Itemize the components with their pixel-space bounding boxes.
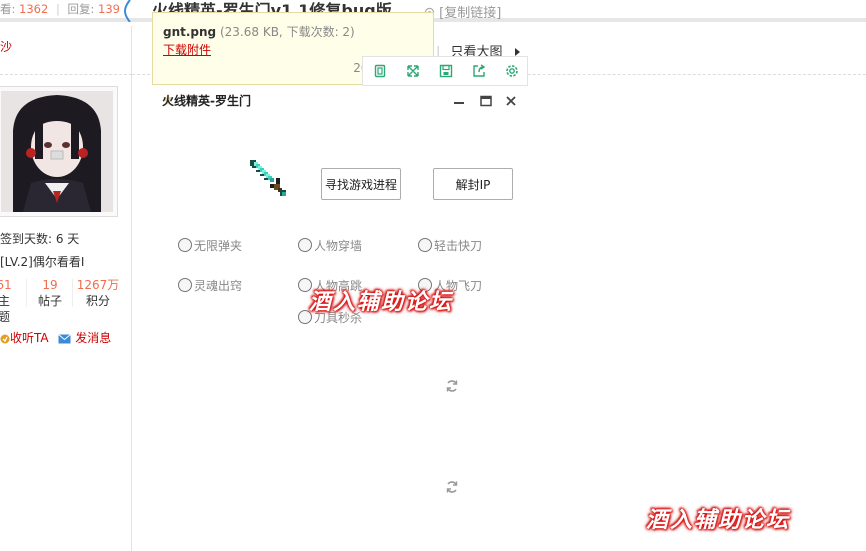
stat-divider xyxy=(72,279,73,307)
settings-icon xyxy=(505,65,518,77)
option-label: 轻击快刀 xyxy=(434,238,483,253)
brace-icon xyxy=(123,0,131,22)
message-button[interactable]: 发消息 xyxy=(58,331,111,345)
author-name-fragment[interactable]: 沙 xyxy=(0,38,12,55)
image-toolbar xyxy=(362,56,528,86)
loading-spinner-icon xyxy=(446,380,458,392)
triangle-right-icon xyxy=(514,48,520,56)
maximize-button[interactable] xyxy=(479,94,493,108)
download-attachment-link[interactable]: 下载附件 xyxy=(163,41,211,58)
message-label: 发消息 xyxy=(75,331,112,345)
option-wall-hack[interactable]: 人物穿墙 xyxy=(298,237,362,253)
close-icon xyxy=(506,96,516,106)
app-title: 火线精英-罗生门 xyxy=(162,94,251,108)
user-stats: 61 主题 19 帖子 1267万 积分 xyxy=(0,277,132,324)
page: 看: 1362 | 回复: 139 火线精英-罗生门v1.1修复bug版 [复制… xyxy=(0,0,866,551)
views-count: 1362 xyxy=(19,2,49,16)
stat-value: 61 xyxy=(0,278,12,292)
thread-stats: 看: 1362 | 回复: 139 xyxy=(0,1,120,17)
radio-button[interactable] xyxy=(418,238,432,252)
save-image-button[interactable] xyxy=(429,57,462,85)
stat-value: 1267万 xyxy=(76,278,120,292)
image-settings-button[interactable] xyxy=(495,57,528,85)
attachment-filename: gnt.png xyxy=(163,25,217,39)
option-infinite-ammo[interactable]: 无限弹夹 xyxy=(178,237,242,253)
option-label: 人物穿墙 xyxy=(314,238,363,253)
expand-image-button[interactable] xyxy=(396,57,429,85)
copy-image-button[interactable] xyxy=(363,57,396,85)
divider xyxy=(0,74,132,75)
follow-icon xyxy=(0,334,10,344)
replies-count: 139 xyxy=(98,2,120,16)
close-button[interactable] xyxy=(504,94,518,108)
copy-icon xyxy=(374,64,385,78)
copy-link-button[interactable]: [复制链接] xyxy=(424,2,501,21)
radio-button[interactable] xyxy=(178,238,192,252)
stat-label: 主题 xyxy=(0,294,10,324)
attachment-meta: (23.68 KB, 下载次数: 2) xyxy=(219,25,355,39)
minimize-icon xyxy=(454,102,464,104)
stat-value: 19 xyxy=(42,278,58,292)
copy-link-label: [复制链接] xyxy=(439,6,502,21)
share-image-button[interactable] xyxy=(462,57,495,85)
replies-label: 回复: xyxy=(67,2,95,16)
option-quick-knife[interactable]: 轻击快刀 xyxy=(418,237,482,253)
radio-button[interactable] xyxy=(178,278,192,292)
minimize-button[interactable] xyxy=(452,94,466,108)
stat-posts[interactable]: 19 帖子 xyxy=(34,277,66,309)
mail-icon xyxy=(58,334,72,344)
stat-divider xyxy=(26,279,27,307)
option-label: 无限弹夹 xyxy=(194,238,243,253)
save-icon xyxy=(439,64,452,78)
stat-label: 积分 xyxy=(85,294,110,308)
avatar-image xyxy=(1,91,113,212)
attachment-info: gnt.png (23.68 KB, 下载次数: 2) xyxy=(163,23,355,40)
views-label: 看: xyxy=(0,2,16,16)
sign-in-days: 签到天数: 6 天 xyxy=(0,232,80,246)
option-soul-out[interactable]: 灵魂出窍 xyxy=(178,277,242,293)
stats-divider: | xyxy=(55,2,60,16)
find-game-process-button[interactable]: 寻找游戏进程 xyxy=(321,168,401,200)
watermark: 酒入辅助论坛 xyxy=(309,289,454,315)
loading-spinner-icon xyxy=(446,481,458,493)
author-panel: 沙 签到天数: 6 天 [LV.2]偶尔看看I 61 主题 19 帖子 1267… xyxy=(0,26,132,551)
stat-label: 帖子 xyxy=(37,294,62,308)
stat-points[interactable]: 1267万 积分 xyxy=(76,277,120,309)
unban-ip-button[interactable]: 解封IP xyxy=(433,168,513,200)
diamond-sword-icon xyxy=(250,160,286,196)
radio-button[interactable] xyxy=(298,238,312,252)
share-icon xyxy=(472,64,485,77)
maximize-icon xyxy=(480,95,492,107)
user-actions: 收听TA 发消息 xyxy=(0,329,111,346)
watermark: 酒入辅助论坛 xyxy=(646,507,791,533)
option-label: 灵魂出窍 xyxy=(194,278,243,293)
avatar[interactable] xyxy=(0,86,118,217)
follow-label: 收听TA xyxy=(10,331,49,345)
user-level[interactable]: [LV.2]偶尔看看I xyxy=(0,253,84,270)
expand-icon xyxy=(406,65,419,77)
follow-button[interactable]: 收听TA xyxy=(0,331,52,345)
stat-threads[interactable]: 61 主题 xyxy=(0,277,14,325)
